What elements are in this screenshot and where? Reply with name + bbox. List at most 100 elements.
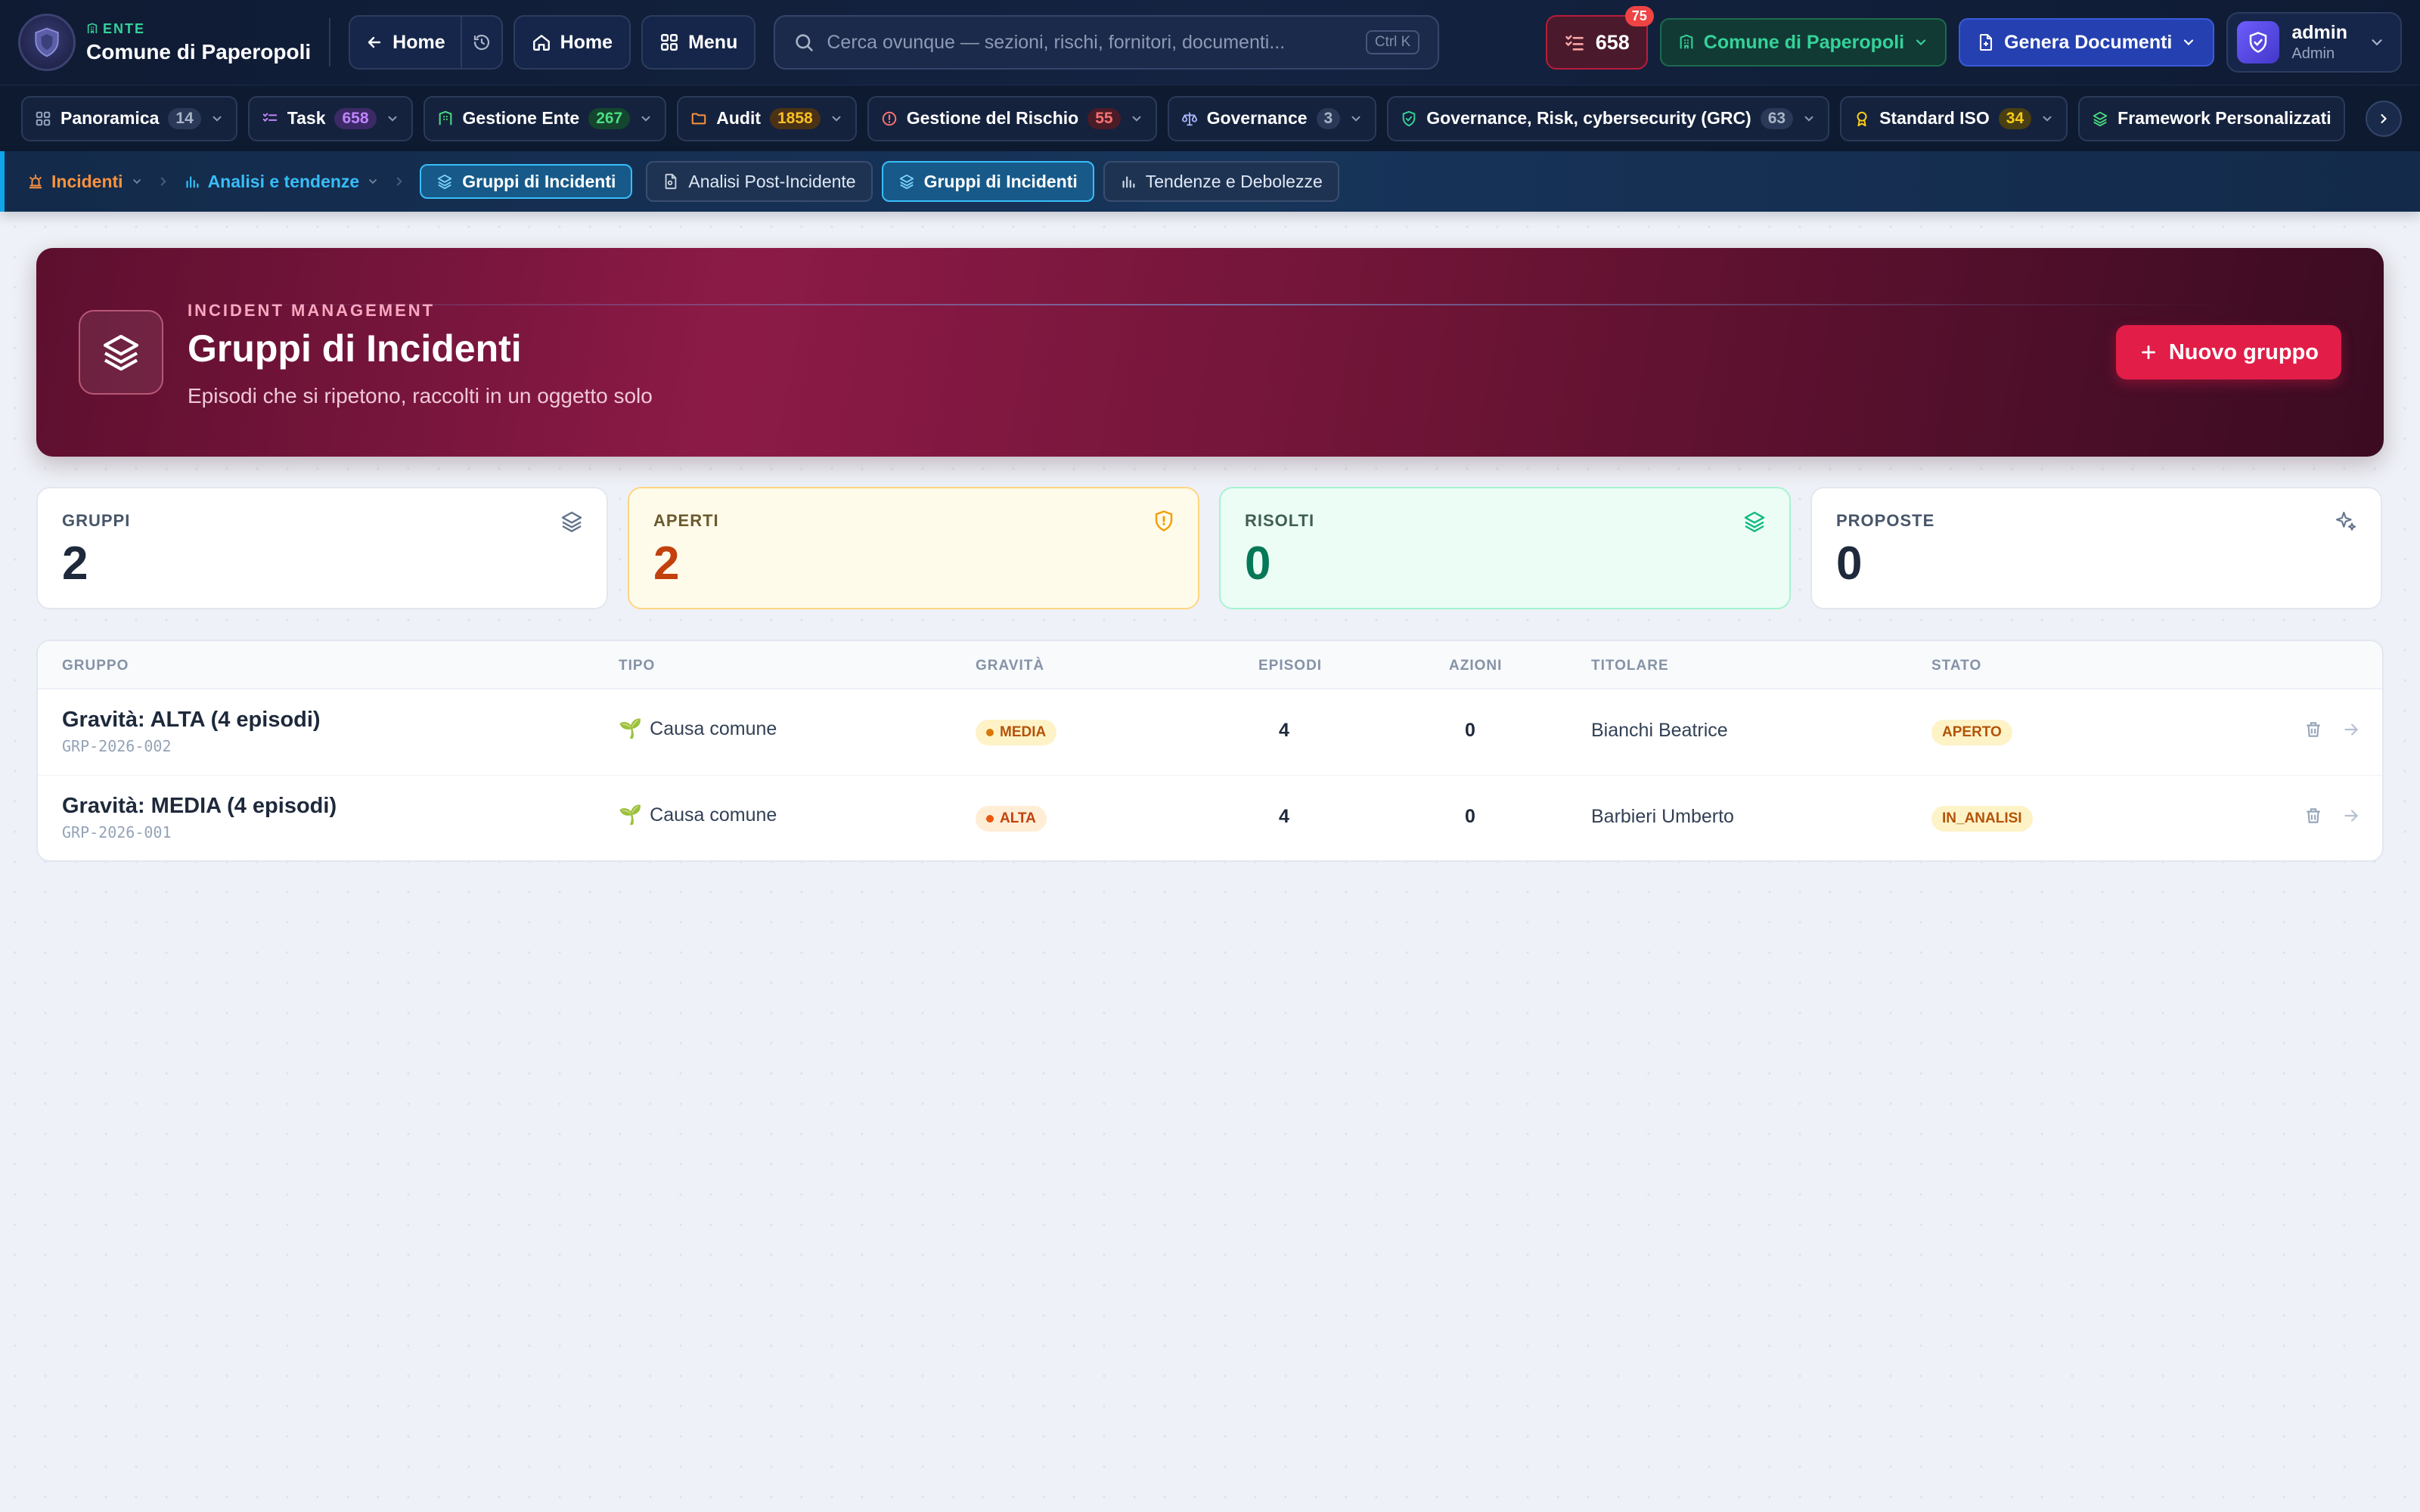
arrow-right-icon xyxy=(2344,810,2359,822)
user-info: admin Admin xyxy=(2291,22,2347,63)
group-name[interactable]: Gravità: ALTA (4 episodi) xyxy=(62,708,321,733)
module-grc[interactable]: Governance, Risk, cybersecurity (GRC) 63 xyxy=(1387,95,1830,141)
severity-dot xyxy=(986,815,994,823)
back-home-button[interactable]: Home xyxy=(350,17,460,68)
stat-value: 0 xyxy=(1245,538,1271,590)
module-count: 3 xyxy=(1316,107,1341,129)
stat-label: PROPOSTE xyxy=(1836,511,1935,530)
chevron-down-icon xyxy=(2184,39,2194,46)
table-header: GRUPPO TIPO GRAVITÀ EPISODI AZIONI TITOL… xyxy=(38,641,2382,689)
azioni-count: 0 xyxy=(1465,720,1475,741)
page-subtitle: Episodi che si ripetono, raccolti in un … xyxy=(188,384,653,407)
table-row[interactable]: Gravità: MEDIA (4 episodi) GRP-2026-001 … xyxy=(38,776,2382,860)
document-search-icon xyxy=(666,173,677,190)
column-header: GRUPPO xyxy=(62,658,129,674)
breadcrumb-incidenti[interactable]: Incidenti xyxy=(27,172,143,192)
plus-icon xyxy=(2141,345,2155,359)
open-group-button[interactable] xyxy=(2341,806,2361,826)
ente-name: Comune di Paperopoli xyxy=(86,39,312,64)
comune-selector[interactable]: Comune di Paperopoli xyxy=(1659,18,1947,67)
menu-label: Menu xyxy=(688,31,738,53)
tab-gruppi-di-incidenti[interactable]: Gruppi di Incidenti xyxy=(881,161,1094,202)
breadcrumb-label: Analisi e tendenze xyxy=(207,171,360,191)
home-button[interactable]: Home xyxy=(513,15,631,70)
layers-icon xyxy=(1744,511,1765,532)
search-input[interactable] xyxy=(827,31,1354,54)
seedling-icon: 🌱 xyxy=(619,718,643,739)
module-count: 63 xyxy=(1760,107,1794,129)
severity-badge: MEDIA xyxy=(976,720,1057,745)
grid-icon xyxy=(661,34,678,51)
severity-badge: ALTA xyxy=(976,806,1047,832)
new-group-button[interactable]: Nuovo gruppo xyxy=(2115,325,2341,380)
breadcrumb-label: Incidenti xyxy=(51,171,123,191)
module-governance[interactable]: Governance 3 xyxy=(1167,95,1377,141)
module-label: Governance, Risk, cybersecurity (GRC) xyxy=(1426,108,1751,128)
stat-card-risolti: RISOLTI 0 xyxy=(1219,487,1791,609)
arrow-left-icon xyxy=(368,36,381,48)
module-scroll-next-button[interactable] xyxy=(2366,101,2402,137)
module-label: Audit xyxy=(716,108,761,128)
tipo-label: Causa comune xyxy=(650,804,777,826)
user-menu[interactable]: admin Admin xyxy=(2226,12,2402,73)
shield-check-icon xyxy=(1402,110,1416,126)
user-role: Admin xyxy=(2291,45,2335,62)
module-standard-iso[interactable]: Standard ISO 34 xyxy=(1840,95,2068,141)
trash-icon xyxy=(2307,808,2320,823)
chevron-down-icon xyxy=(1132,116,1141,122)
delete-button[interactable] xyxy=(2304,806,2323,826)
chevron-right-icon xyxy=(160,177,166,186)
module-task[interactable]: Task 658 xyxy=(247,95,413,141)
open-group-button[interactable] xyxy=(2341,720,2361,739)
module-gestione-rischio[interactable]: Gestione del Rischio 55 xyxy=(867,95,1157,141)
chevron-down-icon xyxy=(641,116,650,122)
tipo-label: Causa comune xyxy=(650,718,777,739)
column-header: GRAVITÀ xyxy=(976,658,1045,674)
tipo-cell: 🌱 Causa comune xyxy=(619,718,777,740)
column-header: EPISODI xyxy=(1258,658,1323,674)
module-label: Gestione del Rischio xyxy=(906,108,1079,128)
chevron-down-icon xyxy=(132,179,141,184)
owner-name: Barbieri Umberto xyxy=(1591,806,1734,827)
chip-label: Tendenze e Debolezze xyxy=(1145,171,1323,191)
global-search[interactable]: Ctrl K xyxy=(774,15,1440,70)
award-icon xyxy=(1857,111,1867,126)
stat-card-gruppi: GRUPPI 2 xyxy=(36,487,608,609)
module-framework-personalizzati[interactable]: Framework Personalizzati xyxy=(2078,95,2345,141)
table-row[interactable]: Gravità: ALTA (4 episodi) GRP-2026-002 🌱… xyxy=(38,689,2382,776)
module-panoramica[interactable]: Panoramica 14 xyxy=(21,95,237,141)
chevron-down-icon xyxy=(1804,116,1813,122)
tab-analisi-post-incidente[interactable]: Analisi Post-Incidente xyxy=(646,161,873,202)
group-cell: Gravità: MEDIA (4 episodi) GRP-2026-001 xyxy=(62,794,337,841)
arrow-right-icon xyxy=(2344,723,2359,736)
ente-logo[interactable] xyxy=(18,14,76,71)
building-icon xyxy=(439,110,451,125)
module-audit[interactable]: Audit 1858 xyxy=(677,95,857,141)
layers-icon xyxy=(438,174,452,190)
breadcrumb-analisi[interactable]: Analisi e tendenze xyxy=(184,172,380,192)
document-plus-icon xyxy=(1980,33,1993,51)
status-badge: APERTO xyxy=(1931,720,2012,745)
building-icon xyxy=(87,23,98,33)
tab-tendenze-debolezze[interactable]: Tendenze e Debolezze xyxy=(1103,161,1339,202)
menu-button[interactable]: Menu xyxy=(641,15,756,70)
stat-value: 2 xyxy=(62,538,88,590)
episodi-count: 4 xyxy=(1279,806,1289,827)
chip-label: Gruppi di Incidenti xyxy=(923,171,1078,191)
genera-documenti-button[interactable]: Genera Documenti xyxy=(1959,18,2215,67)
chevron-down-icon xyxy=(1916,39,1926,46)
tasks-button[interactable]: 658 75 xyxy=(1545,6,1654,70)
chip-current-gruppi[interactable]: Gruppi di Incidenti xyxy=(420,164,633,199)
group-name[interactable]: Gravità: MEDIA (4 episodi) xyxy=(62,794,337,819)
delete-button[interactable] xyxy=(2304,720,2323,739)
chevron-down-icon xyxy=(832,116,841,122)
module-count: 55 xyxy=(1087,107,1121,129)
history-button[interactable] xyxy=(460,17,501,68)
module-gestione-ente[interactable]: Gestione Ente 267 xyxy=(423,95,667,141)
trash-icon xyxy=(2307,722,2320,737)
module-label: Standard ISO xyxy=(1879,108,1990,128)
module-label: Gestione Ente xyxy=(462,108,580,128)
chevron-down-icon xyxy=(388,116,397,122)
module-count: 267 xyxy=(588,107,631,129)
checklist-icon xyxy=(262,113,278,122)
